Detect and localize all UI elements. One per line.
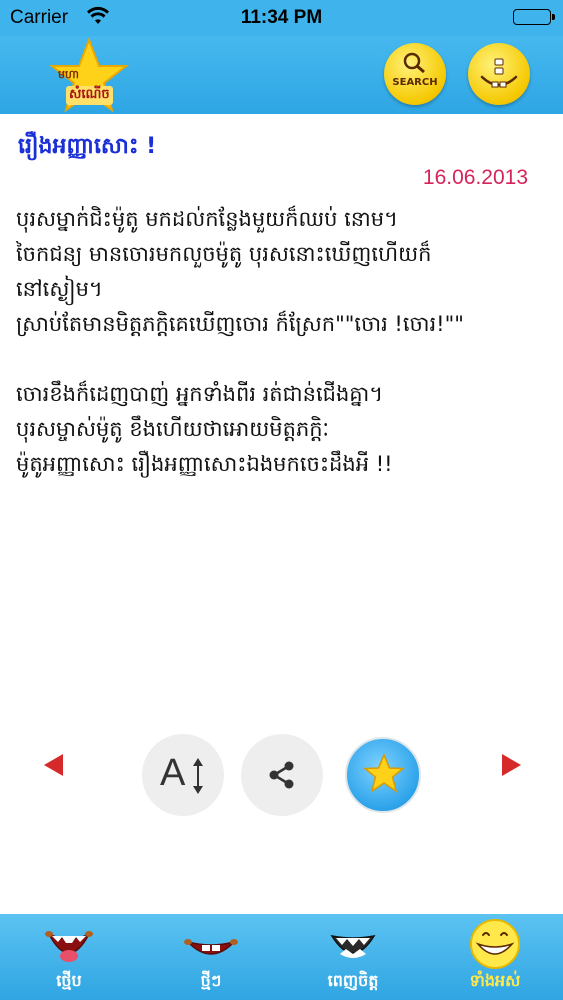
tab-bar: ថ្មើប ថ្មីៗ ពេញចិត្ត ទាំងអស់ xyxy=(0,914,563,1000)
logo-text-top: មហា xyxy=(58,68,79,81)
battery-icon xyxy=(513,9,555,25)
grin-mouth-icon xyxy=(184,939,238,955)
prev-arrow-icon[interactable] xyxy=(44,754,63,776)
next-arrow-icon[interactable] xyxy=(502,754,521,776)
story-body: បុរសម្នាក់ជិះម៉ូតូ មកដល់កន្លែងមួយក៏ឈប់ ន… xyxy=(16,207,464,476)
clock: 11:34 PM xyxy=(240,7,323,28)
search-face-icon xyxy=(403,52,425,74)
search-label: SEARCH xyxy=(392,77,438,88)
menu-face-icon xyxy=(480,58,518,88)
tab-label: ពេញចិត្ត xyxy=(327,971,379,990)
tab-new[interactable]: ថ្មីៗ xyxy=(156,914,266,1000)
font-size-letter: A xyxy=(160,752,186,794)
search-button[interactable]: SEARCH xyxy=(384,43,446,105)
tab-label: ទាំងអស់ xyxy=(469,971,521,990)
story-title: រឿងអញ្ញាសោះ ! xyxy=(18,134,157,159)
story-content: រឿងអញ្ញាសោះ ! 16.06.2013 បុរសម្នាក់ជិះម៉… xyxy=(0,114,563,914)
app-logo[interactable]: មហា សំណើច xyxy=(48,38,130,112)
favorite-star-icon xyxy=(363,753,405,793)
font-size-icon xyxy=(193,758,203,794)
favorite-button[interactable] xyxy=(345,737,421,813)
smiley-face-icon xyxy=(470,919,520,969)
tab-popular[interactable]: ថ្មើប xyxy=(14,914,124,1000)
tab-label: ថ្មីៗ xyxy=(200,971,222,990)
nav-bar: មហា សំណើច SEARCH xyxy=(0,36,563,114)
story-date: 16.06.2013 xyxy=(422,166,528,189)
tab-label: ថ្មើប xyxy=(56,971,82,990)
share-icon xyxy=(269,761,294,789)
menu-button[interactable] xyxy=(468,43,530,105)
font-size-button[interactable]: A xyxy=(142,734,224,816)
tab-all[interactable]: ទាំងអស់ xyxy=(440,914,550,1000)
status-bar: Carrier 11:34 PM xyxy=(0,0,563,36)
laughing-mouth-icon xyxy=(45,931,93,962)
logo-text-bottom: សំណើច xyxy=(66,86,113,105)
share-button[interactable] xyxy=(241,734,323,816)
tab-favorites[interactable]: ពេញចិត្ត xyxy=(298,914,408,1000)
teeth-mouth-icon xyxy=(330,934,376,958)
